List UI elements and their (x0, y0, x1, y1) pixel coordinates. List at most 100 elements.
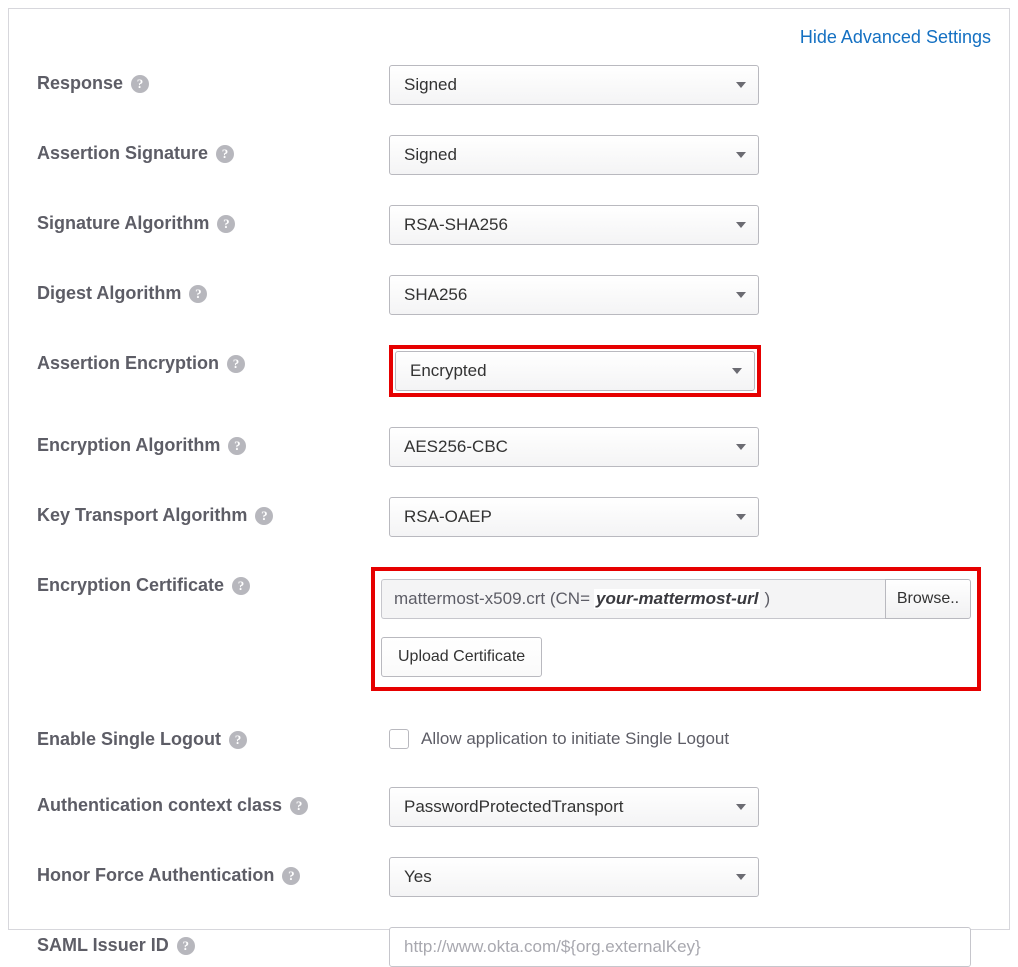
input-col: RSA-SHA256 (389, 205, 981, 245)
auth-context-class-value: PasswordProtectedTransport (404, 797, 624, 817)
encryption-certificate-label: Encryption Certificate (37, 575, 224, 596)
cert-file-suffix: ) (764, 589, 770, 609)
encryption-algorithm-select[interactable]: AES256-CBC (389, 427, 759, 467)
input-col: RSA-OAEP (389, 497, 981, 537)
chevron-down-icon (736, 152, 746, 158)
digest-algorithm-label: Digest Algorithm (37, 283, 181, 304)
row-assertion-encryption: Assertion Encryption ? Encrypted (37, 345, 981, 397)
row-auth-context-class: Authentication context class ? PasswordP… (37, 787, 981, 827)
label-honor-force-auth: Honor Force Authentication ? (37, 857, 389, 886)
input-col: mattermost-x509.crt (CN= your-mattermost… (371, 567, 981, 691)
help-icon[interactable]: ? (189, 285, 207, 303)
signature-algorithm-label: Signature Algorithm (37, 213, 209, 234)
assertion-signature-label: Assertion Signature (37, 143, 208, 164)
response-label: Response (37, 73, 123, 94)
saml-issuer-id-label: SAML Issuer ID (37, 935, 169, 956)
encryption-algorithm-label: Encryption Algorithm (37, 435, 220, 456)
chevron-down-icon (736, 804, 746, 810)
chevron-down-icon (736, 82, 746, 88)
row-digest-algorithm: Digest Algorithm ? SHA256 (37, 275, 981, 315)
assertion-encryption-value: Encrypted (410, 361, 487, 381)
key-transport-algorithm-select[interactable]: RSA-OAEP (389, 497, 759, 537)
cert-file-url: your-mattermost-url (594, 589, 760, 609)
browse-button[interactable]: Browse.. (885, 579, 971, 619)
help-icon[interactable]: ? (290, 797, 308, 815)
assertion-encryption-label: Assertion Encryption (37, 353, 219, 374)
saml-advanced-settings-panel: Hide Advanced Settings Response ? Signed… (8, 8, 1010, 930)
chevron-down-icon (736, 874, 746, 880)
enable-single-logout-check-label: Allow application to initiate Single Log… (421, 729, 729, 749)
row-encryption-certificate: Encryption Certificate ? mattermost-x509… (37, 567, 981, 691)
response-value: Signed (404, 75, 457, 95)
input-col: Signed (389, 135, 981, 175)
row-honor-force-auth: Honor Force Authentication ? Yes (37, 857, 981, 897)
input-col: Yes (389, 857, 981, 897)
help-icon[interactable]: ? (216, 145, 234, 163)
upload-certificate-button[interactable]: Upload Certificate (381, 637, 542, 677)
assertion-encryption-select[interactable]: Encrypted (395, 351, 755, 391)
chevron-down-icon (736, 222, 746, 228)
response-select[interactable]: Signed (389, 65, 759, 105)
row-assertion-signature: Assertion Signature ? Signed (37, 135, 981, 175)
auth-context-class-select[interactable]: PasswordProtectedTransport (389, 787, 759, 827)
input-col: AES256-CBC (389, 427, 981, 467)
input-col: Encrypted (389, 345, 981, 397)
label-assertion-encryption: Assertion Encryption ? (37, 345, 389, 374)
form-rows: Response ? Signed Assertion Signature ? … (9, 9, 1009, 967)
help-icon[interactable]: ? (282, 867, 300, 885)
cert-file-prefix: mattermost-x509.crt (CN= (394, 589, 590, 609)
signature-algorithm-value: RSA-SHA256 (404, 215, 508, 235)
label-enable-single-logout: Enable Single Logout ? (37, 721, 389, 750)
assertion-signature-value: Signed (404, 145, 457, 165)
certificate-file-display: mattermost-x509.crt (CN= your-mattermost… (381, 579, 885, 619)
hide-advanced-settings-link[interactable]: Hide Advanced Settings (800, 27, 991, 48)
label-encryption-algorithm: Encryption Algorithm ? (37, 427, 389, 456)
label-digest-algorithm: Digest Algorithm ? (37, 275, 389, 304)
input-col (389, 927, 981, 967)
honor-force-auth-value: Yes (404, 867, 432, 887)
help-icon[interactable]: ? (228, 437, 246, 455)
help-icon[interactable]: ? (217, 215, 235, 233)
help-icon[interactable]: ? (255, 507, 273, 525)
enable-single-logout-label: Enable Single Logout (37, 729, 221, 750)
file-row: mattermost-x509.crt (CN= your-mattermost… (381, 579, 971, 619)
label-encryption-certificate: Encryption Certificate ? (37, 567, 371, 596)
highlight-assertion-encryption: Encrypted (389, 345, 761, 397)
row-response: Response ? Signed (37, 65, 981, 105)
input-col: SHA256 (389, 275, 981, 315)
enable-single-logout-checkbox[interactable] (389, 729, 409, 749)
row-saml-issuer-id: SAML Issuer ID ? (37, 927, 981, 967)
label-assertion-signature: Assertion Signature ? (37, 135, 389, 164)
digest-algorithm-value: SHA256 (404, 285, 467, 305)
row-signature-algorithm: Signature Algorithm ? RSA-SHA256 (37, 205, 981, 245)
label-signature-algorithm: Signature Algorithm ? (37, 205, 389, 234)
help-icon[interactable]: ? (232, 577, 250, 595)
input-col: Signed (389, 65, 981, 105)
label-auth-context-class: Authentication context class ? (37, 787, 389, 816)
row-encryption-algorithm: Encryption Algorithm ? AES256-CBC (37, 427, 981, 467)
honor-force-auth-select[interactable]: Yes (389, 857, 759, 897)
label-key-transport-algorithm: Key Transport Algorithm ? (37, 497, 389, 526)
encryption-algorithm-value: AES256-CBC (404, 437, 508, 457)
key-transport-algorithm-value: RSA-OAEP (404, 507, 492, 527)
assertion-signature-select[interactable]: Signed (389, 135, 759, 175)
auth-context-class-label: Authentication context class (37, 795, 282, 816)
highlight-encryption-certificate: mattermost-x509.crt (CN= your-mattermost… (371, 567, 981, 691)
chevron-down-icon (736, 514, 746, 520)
signature-algorithm-select[interactable]: RSA-SHA256 (389, 205, 759, 245)
help-icon[interactable]: ? (177, 937, 195, 955)
saml-issuer-id-input[interactable] (389, 927, 971, 967)
row-enable-single-logout: Enable Single Logout ? Allow application… (37, 721, 981, 757)
chevron-down-icon (732, 368, 742, 374)
chevron-down-icon (736, 444, 746, 450)
checkbox-wrap: Allow application to initiate Single Log… (389, 721, 981, 749)
digest-algorithm-select[interactable]: SHA256 (389, 275, 759, 315)
help-icon[interactable]: ? (229, 731, 247, 749)
label-response: Response ? (37, 65, 389, 94)
input-col: PasswordProtectedTransport (389, 787, 981, 827)
row-key-transport-algorithm: Key Transport Algorithm ? RSA-OAEP (37, 497, 981, 537)
honor-force-auth-label: Honor Force Authentication (37, 865, 274, 886)
help-icon[interactable]: ? (131, 75, 149, 93)
help-icon[interactable]: ? (227, 355, 245, 373)
chevron-down-icon (736, 292, 746, 298)
